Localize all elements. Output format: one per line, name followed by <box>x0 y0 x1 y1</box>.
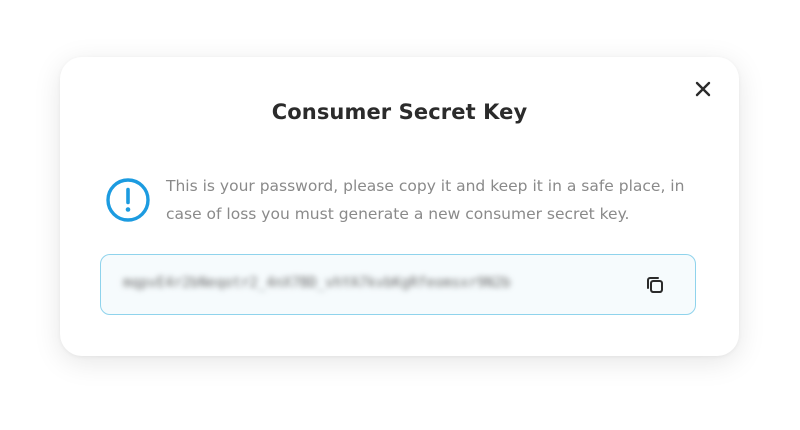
copy-button[interactable] <box>643 273 667 297</box>
info-notice: This is your password, please copy it an… <box>104 172 704 228</box>
notice-text: This is your password, please copy it an… <box>166 177 685 223</box>
close-button[interactable] <box>691 77 715 101</box>
dialog-title: Consumer Secret Key <box>271 100 528 124</box>
close-icon <box>695 81 711 97</box>
consumer-secret-key-dialog: Consumer Secret Key This is your passwor… <box>60 57 739 356</box>
copy-icon <box>647 277 663 293</box>
secret-key-value[interactable]: mqpvE4r2bNeqotr2_4nX7BD_vhYA7kvbKgRfeoms… <box>123 275 611 295</box>
exclamation-circle-icon <box>106 178 150 222</box>
secret-key-field[interactable]: mqpvE4r2bNeqotr2_4nX7BD_vhYA7kvbKgRfeoms… <box>100 254 696 315</box>
